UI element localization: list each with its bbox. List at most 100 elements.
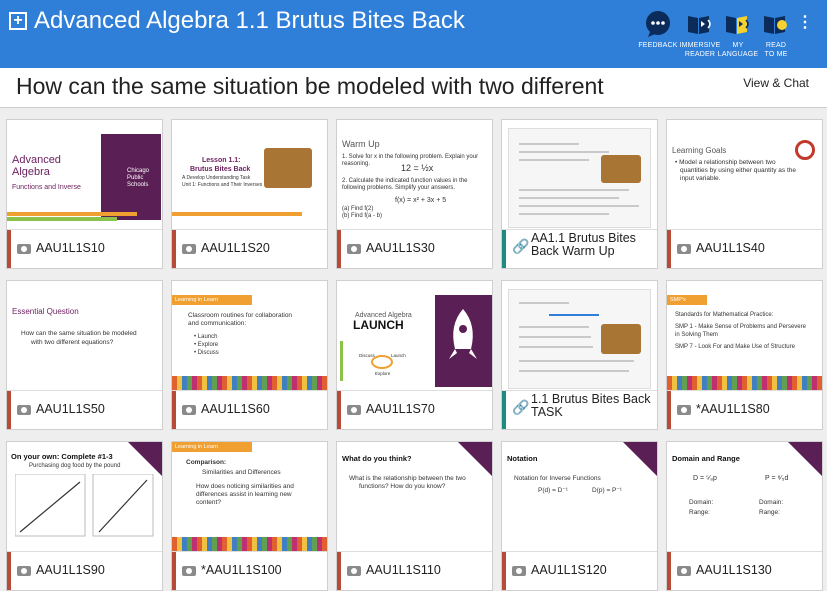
slide-text: 2. Calculate the indicated function valu… xyxy=(342,178,468,184)
lesson-subtitle: A Develop Understanding Task xyxy=(182,175,251,181)
equation: D = ⁵⁄₈p xyxy=(693,475,717,482)
slide-caption-area: AAU1L1S90 xyxy=(7,552,162,590)
slide-thumbnail: Learning Goals • Model a relationship be… xyxy=(667,120,822,230)
read-to-me-button[interactable]: READ TO ME xyxy=(754,10,798,59)
type-bar xyxy=(7,230,11,268)
tag-label: Learning in Learn xyxy=(175,297,218,303)
immersive-label-1: IMMERSIVE xyxy=(679,42,721,49)
slide-caption-area: AAU1L1S120 xyxy=(502,552,657,590)
dog-photo xyxy=(264,148,312,188)
tag-label: SMP's xyxy=(670,297,686,303)
graph-thumbnails xyxy=(15,474,154,537)
more-options-icon[interactable]: ⋮ xyxy=(797,12,813,32)
accent-stripe xyxy=(172,212,302,216)
slide-caption: AAU1L1S60 xyxy=(201,402,270,416)
slide-card[interactable]: 🔗 AA1.1 Brutus Bites Back Warm Up xyxy=(501,119,658,269)
type-bar xyxy=(172,552,176,590)
logo-line-2: Public xyxy=(127,175,144,181)
accent-stripe xyxy=(7,212,137,216)
slide-text: functions? How do you know? xyxy=(359,483,446,490)
slide-text: Notation for Inverse Functions xyxy=(514,475,601,482)
slide-card[interactable]: Notation Notation for Inverse Functions … xyxy=(501,441,658,591)
my-language-label-1: MY xyxy=(732,42,744,49)
slide-caption-area: AAU1L1S20 xyxy=(172,230,327,268)
camera-icon xyxy=(347,405,361,415)
feedback-icon xyxy=(646,11,670,37)
slide-card[interactable]: Domain and Range D = ⁵⁄₈p P = ⁸⁄₅d Domai… xyxy=(666,441,823,591)
slide-heading: Comparison: xyxy=(186,459,227,466)
slide-thumbnail: Learning in Learn Classroom routines for… xyxy=(172,281,327,391)
slide-card[interactable]: Lesson 1.1: Brutus Bites Back A Develop … xyxy=(171,119,328,269)
feedback-label: FEEDBACK xyxy=(638,42,678,49)
expand-icon[interactable]: + xyxy=(9,12,27,30)
slide-caption-area: *AAU1L1S80 xyxy=(667,391,822,429)
domain-label: Domain: xyxy=(759,499,784,506)
slide-text: content? xyxy=(196,499,221,506)
slide-card[interactable]: SMP's Standards for Mathematical Practic… xyxy=(666,280,823,430)
slide-caption-area: AAU1L1S60 xyxy=(172,391,327,429)
slide-caption-area: AAU1L1S130 xyxy=(667,552,822,590)
target-icon xyxy=(795,140,815,160)
tag-label: Learning in Learn xyxy=(175,444,218,450)
slide-bullet-cont: input variable. xyxy=(680,175,721,182)
slide-caption: *AAU1L1S80 xyxy=(696,402,770,416)
slide-card[interactable]: Learning Goals • Model a relationship be… xyxy=(666,119,823,269)
type-bar xyxy=(7,552,11,590)
slide-card[interactable]: Learning in Learn Classroom routines for… xyxy=(171,280,328,430)
slide-caption: AAU1L1S120 xyxy=(531,563,607,577)
slide-text: in Solving Them xyxy=(675,332,718,338)
slide-subtitle: Purchasing dog food by the pound xyxy=(29,463,121,469)
slide-thumbnail: Advanced Algebra LAUNCH Discuss Launch E… xyxy=(337,281,492,391)
immersive-reader-icon xyxy=(688,16,711,34)
corner-accent xyxy=(788,442,822,476)
slide-caption: *AAU1L1S100 xyxy=(201,563,282,577)
feedback-button[interactable]: FEEDBACK xyxy=(636,10,680,50)
slide-card[interactable]: Essential Question How can the same situ… xyxy=(6,280,163,430)
slide-text: SMP 7 - Look For and Make Use of Structu… xyxy=(675,344,795,350)
slide-thumbnail xyxy=(502,120,657,230)
slide-card[interactable]: Warm Up 1. Solve for x in the following … xyxy=(336,119,493,269)
slide-thumbnail: Essential Question How can the same situ… xyxy=(7,281,162,391)
type-bar xyxy=(502,230,506,268)
view-chat-button[interactable]: View & Chat xyxy=(743,76,809,90)
slide-card[interactable]: Advanced Algebra Functions and Inverse C… xyxy=(6,119,163,269)
slide-text: reasoning. xyxy=(342,161,371,167)
equation: f(x) = x² + 3x + 5 xyxy=(395,197,447,204)
slide-card[interactable]: Advanced Algebra LAUNCH Discuss Launch E… xyxy=(336,280,493,430)
type-bar xyxy=(172,230,176,268)
slide-caption: AAU1L1S40 xyxy=(696,241,765,255)
slide-heading: Essential Question xyxy=(12,307,79,316)
camera-icon xyxy=(677,566,691,576)
slide-caption: AAU1L1S110 xyxy=(366,563,441,577)
slide-thumbnail: Notation Notation for Inverse Functions … xyxy=(502,442,657,552)
slide-caption: AAU1L1S10 xyxy=(36,241,105,255)
slide-heading: What do you think? xyxy=(342,454,412,463)
slide-bullet: • Discuss xyxy=(194,350,219,356)
slide-thumbnail: On your own: Complete #1-3 Purchasing do… xyxy=(7,442,162,552)
type-bar xyxy=(172,391,176,429)
slide-text: How can the same situation be modeled xyxy=(21,330,137,337)
slide-heading: On your own: Complete #1-3 xyxy=(11,452,113,461)
corner-accent xyxy=(128,442,162,476)
hands-banner xyxy=(172,376,327,390)
cycle-label: Launch xyxy=(391,353,406,358)
camera-icon xyxy=(677,405,691,415)
slide-caption: AAU1L1S70 xyxy=(366,402,435,416)
slide-card[interactable]: Learning in Learn Comparison: Similariti… xyxy=(171,441,328,591)
type-bar xyxy=(502,391,506,429)
slide-text: (a) Find f(2) xyxy=(342,206,374,212)
slide-subtitle: Functions and Inverse xyxy=(12,184,81,191)
slide-subtitle: Similarities and Differences xyxy=(202,469,281,476)
slide-card[interactable]: What do you think? What is the relations… xyxy=(336,441,493,591)
slide-heading: Learning Goals xyxy=(672,146,727,155)
corner-accent xyxy=(458,442,492,476)
camera-icon xyxy=(17,244,31,254)
slide-caption: 1.1 Brutus Bites Back TASK xyxy=(531,392,651,419)
slide-thumbnail: Advanced Algebra Functions and Inverse C… xyxy=(7,120,162,230)
slide-card[interactable]: 🔗 1.1 Brutus Bites Back TASK xyxy=(501,280,658,430)
slide-card[interactable]: On your own: Complete #1-3 Purchasing do… xyxy=(6,441,163,591)
slide-text: (b) Find f(a - b) xyxy=(342,213,383,219)
document-preview xyxy=(508,128,651,228)
page-title: Advanced Algebra 1.1 Brutus Bites Back xyxy=(34,7,465,34)
slide-caption-area: AAU1L1S40 xyxy=(667,230,822,268)
